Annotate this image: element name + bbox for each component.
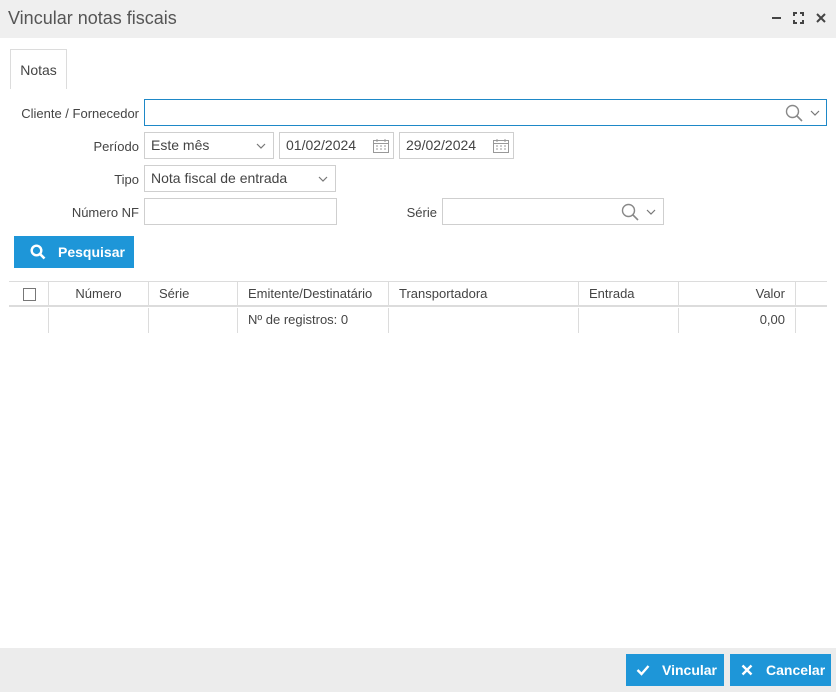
summary-cell-blank — [389, 308, 579, 333]
numero-nf-input[interactable] — [144, 198, 337, 225]
col-entrada[interactable]: Entrada — [579, 282, 679, 305]
valor-total: 0,00 — [679, 308, 796, 333]
search-icon — [30, 244, 46, 260]
select-all-cell — [9, 282, 49, 305]
col-numero[interactable]: Número — [49, 282, 149, 305]
x-icon — [741, 664, 753, 676]
summary-cell-blank — [9, 308, 49, 333]
col-emitente[interactable]: Emitente/Destinatário — [238, 282, 389, 305]
periodo-value: Este mês — [151, 137, 210, 153]
col-valor[interactable]: Valor — [679, 282, 796, 305]
date-end-value: 29/02/2024 — [406, 137, 477, 153]
tipo-label: Tipo — [114, 172, 139, 187]
cliente-label: Cliente / Fornecedor — [21, 106, 139, 121]
summary-cell-blank — [149, 308, 238, 333]
date-start-value: 01/02/2024 — [286, 137, 357, 153]
grid-header: Número Série Emitente/Destinatário Trans… — [9, 281, 827, 307]
tab-notas[interactable]: Notas — [10, 49, 67, 89]
dialog-title: Vincular notas fiscais — [8, 8, 177, 28]
dialog: Vincular notas fiscais Notas Cliente / F… — [0, 0, 836, 692]
calendar-icon[interactable] — [370, 133, 392, 158]
cancelar-button[interactable]: Cancelar — [730, 654, 831, 686]
registros-count: Nº de registros: 0 — [238, 308, 389, 333]
chevron-down-icon[interactable] — [807, 100, 823, 125]
tipo-value: Nota fiscal de entrada — [151, 170, 288, 186]
col-serie[interactable]: Série — [149, 282, 238, 305]
calendar-icon[interactable] — [490, 133, 512, 158]
col-transportadora[interactable]: Transportadora — [389, 282, 579, 305]
cancelar-label: Cancelar — [766, 662, 826, 678]
grid-summary-row: Nº de registros: 0 0,00 — [9, 308, 827, 333]
periodo-select[interactable]: Este mês — [144, 132, 274, 159]
serie-label: Série — [406, 205, 437, 220]
search-icon[interactable] — [783, 100, 805, 125]
pesquisar-button[interactable]: Pesquisar — [14, 236, 134, 268]
close-icon[interactable] — [814, 10, 828, 26]
maximize-icon[interactable] — [792, 10, 806, 26]
summary-cell-blank — [49, 308, 149, 333]
minimize-icon[interactable] — [770, 10, 784, 26]
summary-cell-blank — [579, 308, 679, 333]
date-start-input[interactable]: 01/02/2024 — [279, 132, 394, 159]
chevron-down-icon — [253, 133, 269, 158]
numero-nf-label: Número NF — [71, 205, 139, 220]
pesquisar-label: Pesquisar — [58, 244, 125, 260]
tipo-select[interactable]: Nota fiscal de entrada — [144, 165, 336, 192]
chevron-down-icon[interactable] — [643, 199, 659, 224]
periodo-label: Período — [93, 139, 139, 154]
date-end-input[interactable]: 29/02/2024 — [399, 132, 514, 159]
cliente-fornecedor-input[interactable] — [144, 99, 827, 126]
vincular-button[interactable]: Vincular — [626, 654, 724, 686]
check-icon — [636, 665, 650, 676]
chevron-down-icon — [315, 166, 331, 191]
vincular-label: Vincular — [662, 662, 717, 678]
select-all-checkbox[interactable] — [23, 288, 36, 301]
footer: Vincular Cancelar — [0, 648, 836, 692]
serie-input[interactable] — [442, 198, 664, 225]
search-icon[interactable] — [619, 199, 641, 224]
title-bar: Vincular notas fiscais — [0, 0, 836, 38]
